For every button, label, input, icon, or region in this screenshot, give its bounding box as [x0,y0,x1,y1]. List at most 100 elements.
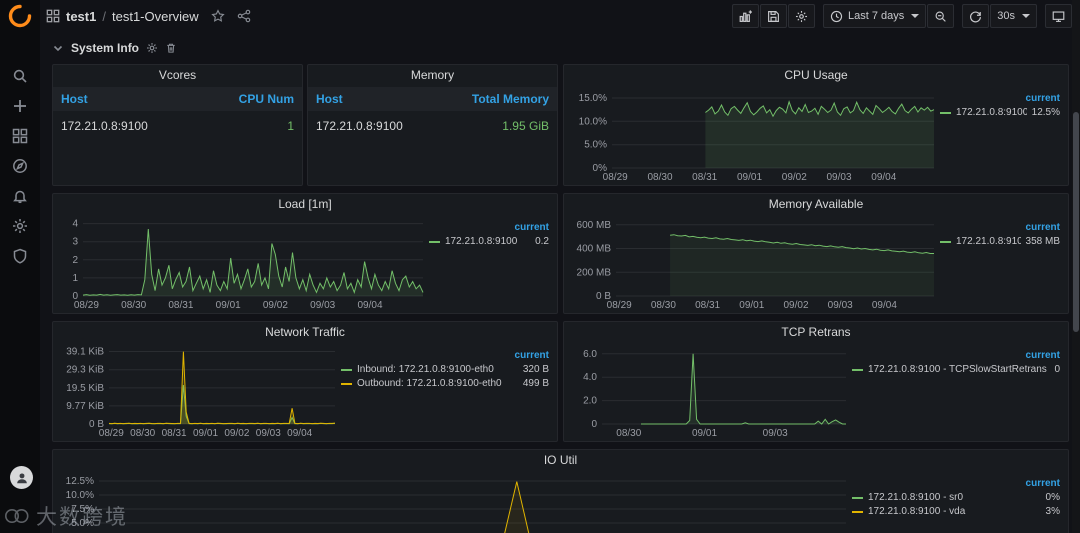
svg-text:09/01: 09/01 [193,428,218,439]
dashboard-grid-icon [46,9,60,23]
chevron-down-icon [911,14,920,18]
series-current-value: 0% [1045,492,1060,503]
legend-current-header[interactable]: current [341,350,549,361]
cpu-num-cell: 1 [287,119,294,133]
legend-item[interactable]: 172.21.0.8:9100 - TCPSlowStartRetrans 0 [852,364,1060,375]
panel-tcp-retrans: TCP Retrans 0 2.0 4.0 6.0 08/30 09/01 09/03 cu… [563,321,1069,442]
panel-title[interactable]: Memory [308,65,557,85]
column-header-cpu-num[interactable]: CPU Num [239,92,294,106]
dashboards-icon[interactable] [12,128,28,144]
grafana-logo-icon[interactable] [8,4,32,28]
column-header-host[interactable]: Host [316,92,343,106]
network-traffic-chart[interactable]: 0 B 9.77 KiB 19.5 KiB 29.3 KiB 39.1 KiB 08/29… [57,342,341,439]
legend: current 172.21.0.8:9100 12.5% [940,85,1064,183]
series-color-dash [429,240,440,243]
star-icon[interactable] [211,9,225,23]
create-plus-icon[interactable] [12,98,28,114]
row-header-system-info[interactable]: System Info [52,41,177,55]
cpu-usage-chart[interactable]: 0% 5.0% 10.0% 15.0% 08/29 08/30 08/31 09/01 09/0… [568,85,940,183]
series-current-value: 12.5% [1031,107,1060,118]
legend-item[interactable]: 172.21.0.8:9100 0.2 [429,236,549,247]
legend-item[interactable]: Inbound: 172.21.0.8:9100-eth0 320 B [341,364,549,375]
search-icon[interactable] [12,68,28,84]
svg-text:08/31: 08/31 [168,300,193,311]
svg-text:08/30: 08/30 [616,428,641,439]
host-cell: 172.21.0.8:9100 [316,119,403,133]
svg-text:4.0: 4.0 [583,372,597,383]
panel-io-util: IO Util 12.5%10.0%7.5%5.0%2.5%0%08/2908/… [52,449,1069,533]
svg-text:08/31: 08/31 [162,428,187,439]
user-avatar[interactable] [10,466,33,489]
legend: current 172.21.0.8:9100 0.2 [429,214,553,311]
panel-title[interactable]: Vcores [53,65,302,85]
panel-title[interactable]: Load [1m] [53,194,557,214]
legend-current-header[interactable]: current [429,222,549,233]
svg-text:7.5%: 7.5% [71,504,94,515]
svg-text:3: 3 [72,237,78,248]
svg-text:09/02: 09/02 [224,428,249,439]
zoom-out-button[interactable] [927,4,955,28]
svg-text:09/03: 09/03 [826,172,851,183]
panel-title[interactable]: CPU Usage [564,65,1068,85]
breadcrumb-page-title[interactable]: test1-Overview [112,9,199,24]
tcp-retrans-chart[interactable]: 0 2.0 4.0 6.0 08/30 09/01 09/03 [568,342,852,439]
series-current-value: 0.2 [535,236,549,247]
legend-item[interactable]: Outbound: 172.21.0.8:9100-eth0 499 B [341,378,549,389]
refresh-button[interactable] [962,4,990,28]
alerting-bell-icon[interactable] [12,188,28,204]
legend: current Inbound: 172.21.0.8:9100-eth0 32… [341,342,553,439]
svg-text:6.0: 6.0 [583,349,597,360]
panel-title[interactable]: IO Util [53,450,1068,470]
svg-text:08/30: 08/30 [121,300,146,311]
svg-text:09/02: 09/02 [782,172,807,183]
column-header-total-memory[interactable]: Total Memory [472,92,549,106]
legend-item[interactable]: 172.21.0.8:9100 358 MB [940,236,1060,247]
dashboard-settings-button[interactable] [787,4,815,28]
host-cell: 172.21.0.8:9100 [61,119,148,133]
legend-item[interactable]: 172.21.0.8:9100 - vda 3% [852,506,1060,517]
legend-current-header[interactable]: current [940,93,1060,104]
panel-title[interactable]: Network Traffic [53,322,557,342]
configuration-gear-icon[interactable] [12,218,28,234]
refresh-interval-picker[interactable]: 30s [990,4,1037,28]
svg-text:09/01: 09/01 [739,300,764,311]
column-header-host[interactable]: Host [61,92,88,106]
load-1m-chart[interactable]: 0 1 2 3 4 08/29 08/30 08/31 09/01 09/02 09/03 09/04 [57,214,429,311]
svg-text:09/03: 09/03 [256,428,281,439]
series-name: 172.21.0.8:9100 [445,236,518,247]
memory-available-chart[interactable]: 0 B 200 MB 400 MB 600 MB 08/29 08/30 08/31 09/0… [568,214,940,311]
table-header: Host Total Memory [308,87,557,111]
legend-current-header[interactable]: current [852,350,1060,361]
row-settings-gear-icon[interactable] [146,42,158,54]
series-color-dash [341,368,352,371]
legend-item[interactable]: 172.21.0.8:9100 - sr0 0% [852,492,1060,503]
memory-table: Host Total Memory 172.21.0.8:9100 1.95 G… [308,85,557,185]
scrollbar-thumb[interactable] [1073,112,1079,332]
time-range-picker[interactable]: Last 7 days [822,4,927,28]
svg-text:9.77 KiB: 9.77 KiB [66,401,104,412]
kiosk-mode-button[interactable] [1045,4,1072,28]
panel-cpu-usage: CPU Usage 0% 5.0% 10.0% 15.0% 08/29 08/30 08/3… [563,64,1069,186]
legend-current-header[interactable]: current [852,478,1060,489]
legend-item[interactable]: 172.21.0.8:9100 12.5% [940,107,1060,118]
panel-title[interactable]: TCP Retrans [564,322,1068,342]
panel-title[interactable]: Memory Available [564,194,1068,214]
share-icon[interactable] [237,9,251,23]
legend-current-header[interactable]: current [940,222,1060,233]
svg-text:2: 2 [72,255,78,266]
table-row: 172.21.0.8:9100 1 [53,111,302,141]
row-delete-trash-icon[interactable] [165,42,177,54]
series-color-dash [852,496,863,499]
breadcrumb-folder[interactable]: test1 [66,9,96,24]
add-panel-button[interactable] [731,4,759,28]
clock-icon [830,10,843,22]
series-current-value: 3% [1045,506,1060,517]
io-util-chart[interactable]: 12.5%10.0%7.5%5.0%2.5%0%08/2908/3008/310… [57,470,852,533]
vcores-table: Host CPU Num 172.21.0.8:9100 1 [53,85,302,185]
time-range-label: Last 7 days [847,10,905,22]
svg-text:08/30: 08/30 [647,172,672,183]
series-name: 172.21.0.8:9100 [956,107,1027,118]
explore-compass-icon[interactable] [12,158,28,174]
save-dashboard-button[interactable] [759,4,787,28]
server-admin-shield-icon[interactable] [12,248,28,264]
